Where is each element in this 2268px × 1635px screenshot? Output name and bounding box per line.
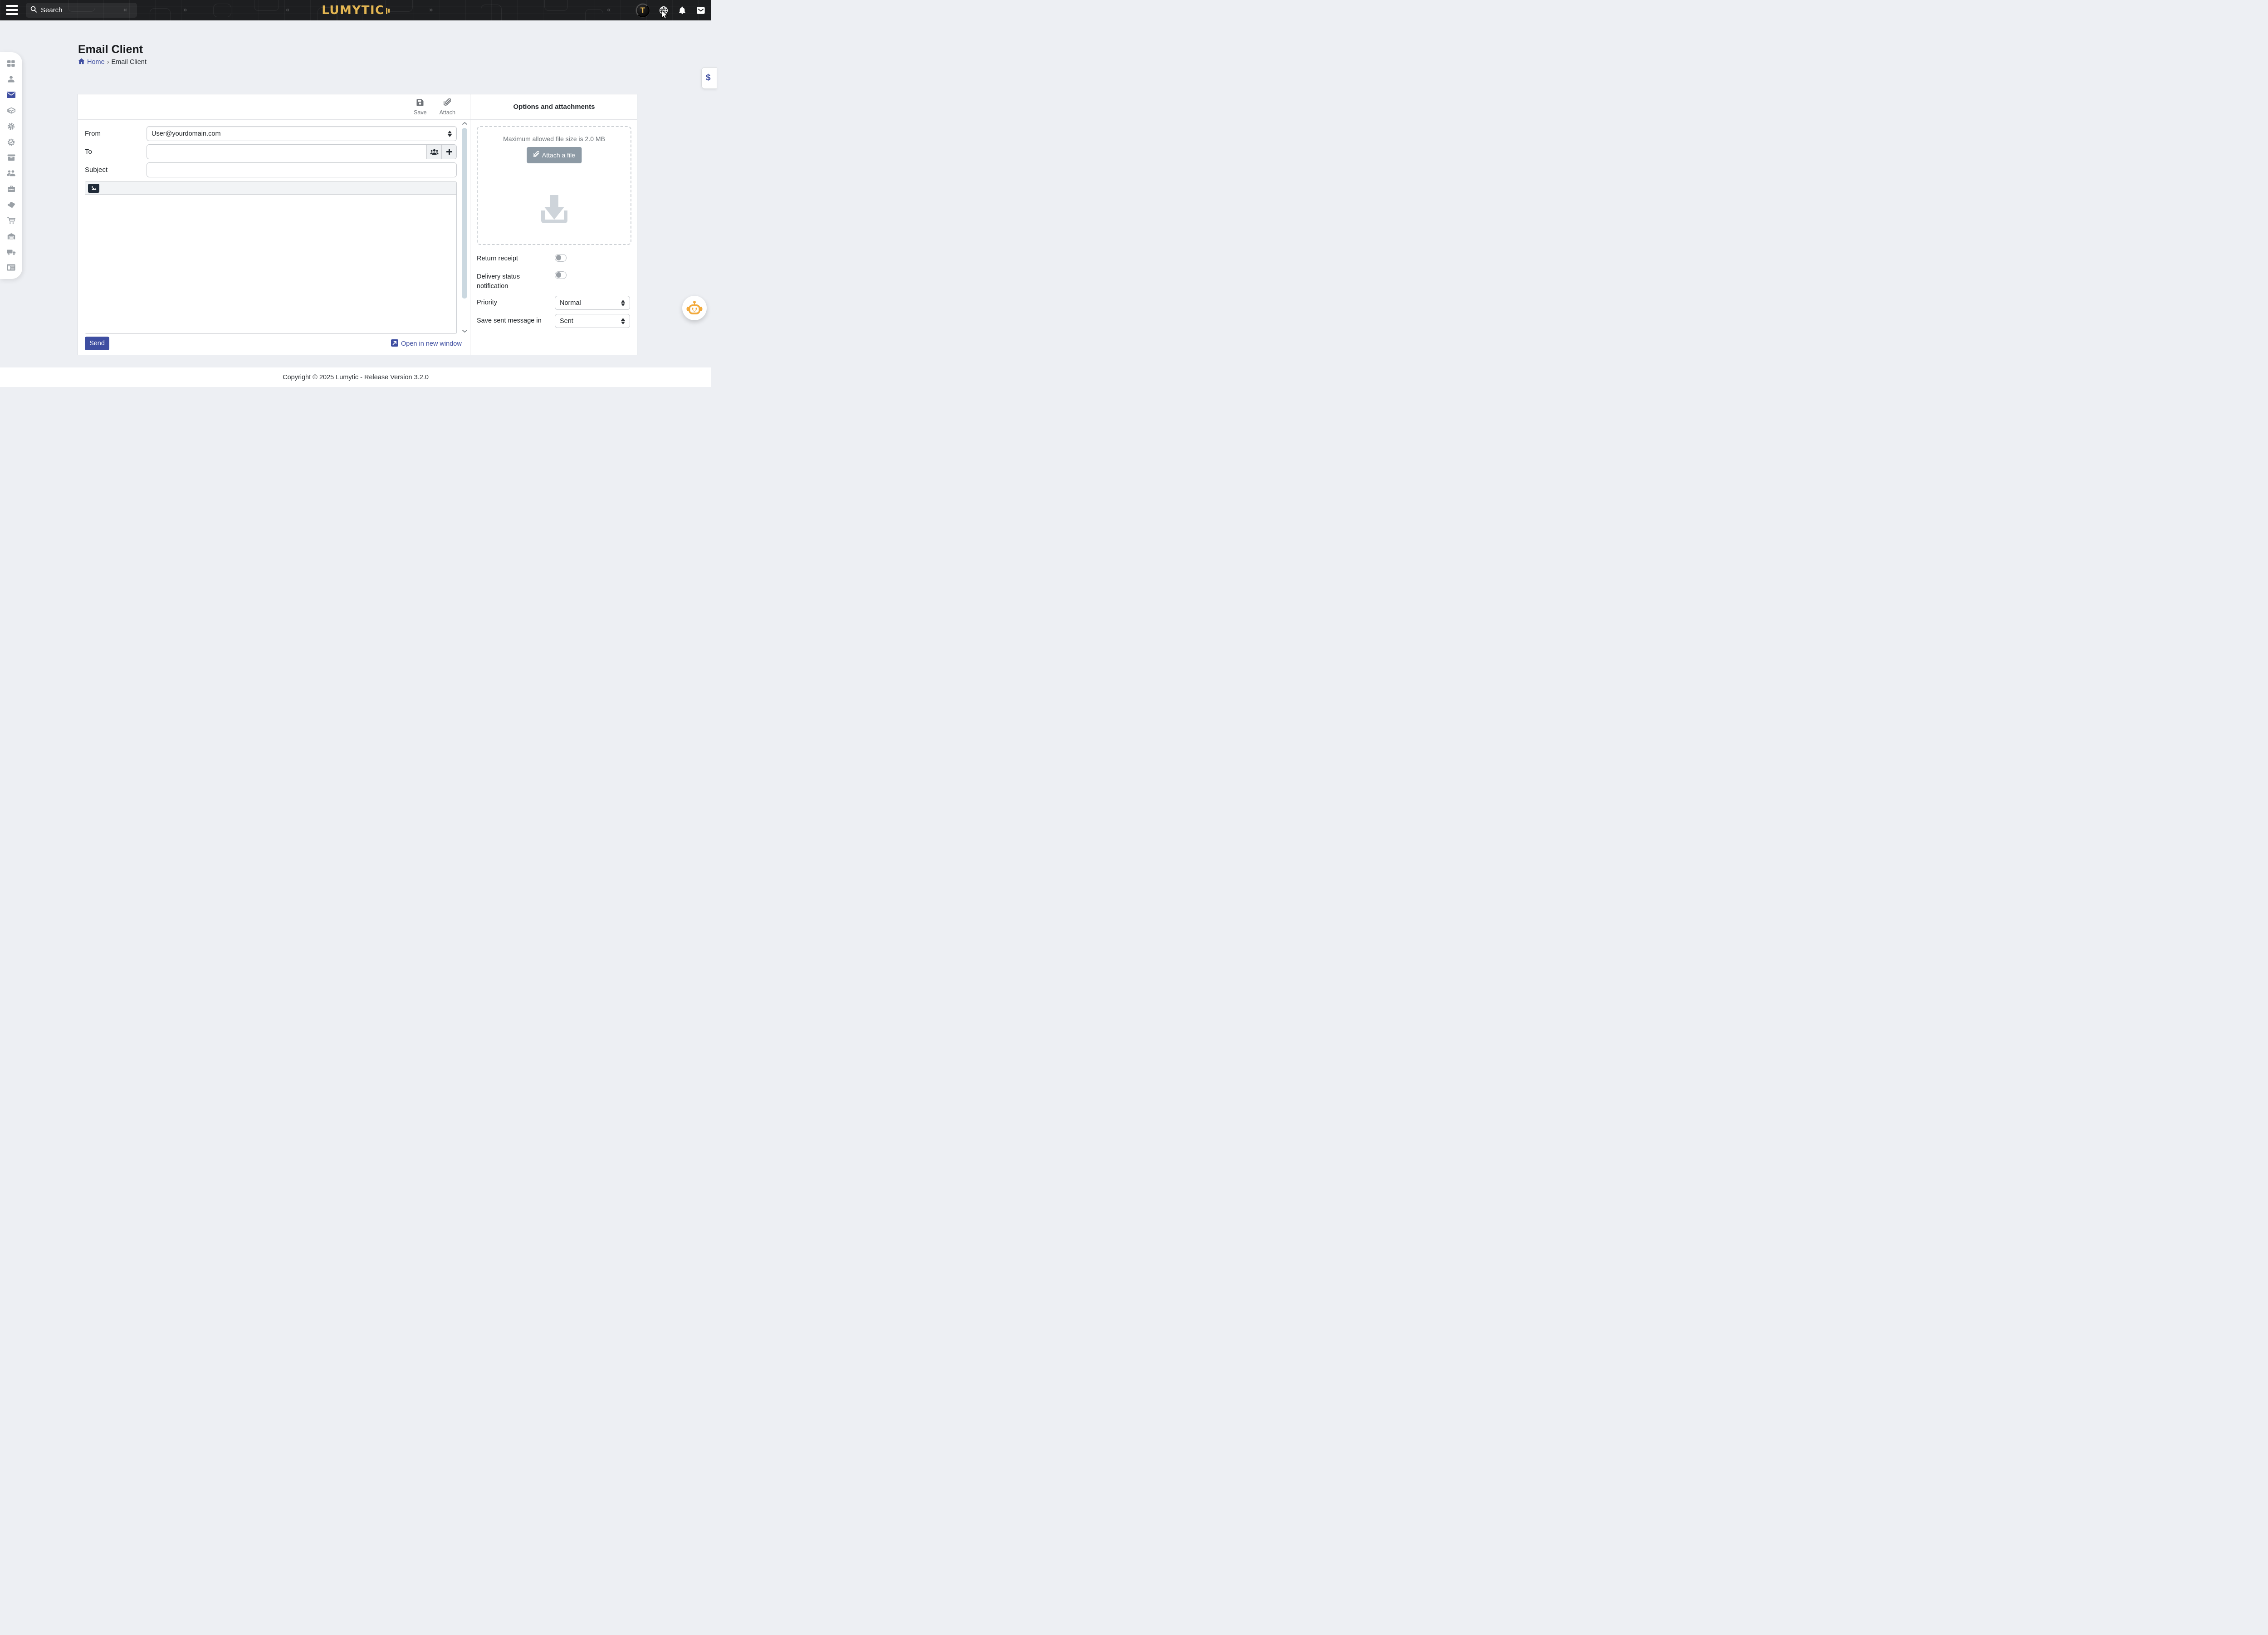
return-receipt-toggle[interactable] — [555, 254, 567, 262]
bell-icon[interactable] — [678, 5, 687, 15]
brand-logo-mark — [386, 8, 390, 14]
attach-label: Attach — [440, 109, 455, 116]
brand-logo-text: LUMYTIC — [322, 4, 384, 17]
warehouse-icon[interactable] — [6, 232, 16, 240]
attachment-dropzone[interactable]: Maximum allowed file size is 2.0 MB Atta… — [477, 126, 631, 245]
briefcase-icon[interactable] — [6, 185, 16, 193]
message-editor — [85, 181, 457, 334]
breadcrumb-separator: › — [107, 59, 109, 66]
avatar-letter: T — [640, 6, 645, 15]
copyright-text: Copyright © 2025 Lumytic - Release Versi… — [283, 374, 429, 381]
paperclip-icon — [533, 151, 539, 159]
max-file-size-text: Maximum allowed file size is 2.0 MB — [478, 135, 631, 142]
dollar-label: $ — [706, 73, 711, 83]
page-footer: Copyright © 2025 Lumytic - Release Versi… — [0, 367, 711, 387]
return-receipt-label: Return receipt — [477, 255, 518, 262]
save-icon — [416, 98, 424, 108]
subject-input[interactable] — [147, 163, 456, 177]
archive-box-icon[interactable] — [6, 154, 16, 162]
save-sent-value: Sent — [560, 318, 573, 325]
address-book-icon[interactable] — [426, 145, 441, 159]
side-navigation — [0, 52, 22, 279]
global-search[interactable] — [26, 3, 137, 18]
attach-a-file-label: Attach a file — [542, 152, 575, 159]
open-in-new-window-link[interactable]: Open in new window — [391, 339, 464, 348]
chatbot-button[interactable] — [682, 296, 707, 320]
page-title: Email Client — [78, 43, 143, 56]
insert-image-icon[interactable] — [88, 184, 99, 193]
to-field-group — [147, 144, 457, 159]
breadcrumb-home-label: Home — [87, 59, 105, 66]
save-button[interactable]: Save — [414, 98, 427, 116]
from-label: From — [85, 130, 101, 137]
select-arrows-icon — [621, 300, 625, 306]
subject-label: Subject — [85, 166, 108, 174]
from-select[interactable]: User@yourdomain.com — [147, 126, 457, 141]
to-label: To — [85, 148, 92, 156]
email-compose-card: Save Attach Options and attachments From… — [78, 94, 637, 355]
form-scrollbar — [461, 121, 468, 334]
breadcrumb-current: Email Client — [112, 59, 147, 66]
search-icon — [30, 6, 37, 15]
id-card-icon[interactable] — [6, 264, 16, 272]
delivery-status-toggle[interactable] — [555, 271, 567, 279]
user-avatar[interactable]: T — [636, 4, 650, 17]
gear-wrench-icon[interactable] — [6, 122, 16, 130]
home-icon — [78, 58, 85, 66]
editor-toolbar — [85, 182, 456, 195]
compose-toolbar: Save Attach — [78, 94, 470, 119]
envelope-icon[interactable] — [6, 91, 16, 99]
select-arrows-icon — [448, 131, 452, 137]
menu-toggle-button[interactable] — [6, 5, 18, 15]
save-label: Save — [414, 109, 427, 116]
scroll-down-icon[interactable] — [461, 328, 468, 334]
download-icon — [537, 194, 572, 227]
open-in-new-window-label: Open in new window — [401, 340, 462, 348]
priority-label: Priority — [477, 299, 497, 306]
from-select-value: User@yourdomain.com — [152, 130, 221, 137]
editor-body[interactable] — [85, 195, 456, 333]
top-navbar: « » « » « LUMYTIC T — [0, 0, 711, 20]
priority-select[interactable]: Normal — [555, 296, 630, 310]
select-arrows-icon — [621, 318, 625, 324]
save-sent-select[interactable]: Sent — [555, 314, 630, 328]
scroll-up-icon[interactable] — [461, 121, 468, 126]
tag-icon[interactable] — [6, 201, 16, 209]
to-input[interactable] — [147, 145, 426, 159]
external-link-icon — [391, 339, 398, 348]
robot-icon — [686, 300, 703, 317]
person-icon[interactable] — [6, 75, 16, 83]
mail-icon[interactable] — [696, 5, 706, 15]
options-header-text: Options and attachments — [513, 103, 595, 111]
attach-button[interactable]: Attach — [440, 98, 455, 116]
truck-icon[interactable] — [6, 248, 16, 256]
breadcrumb: Home › Email Client — [78, 58, 147, 66]
paperclip-icon — [444, 98, 451, 108]
toggle-knob — [556, 272, 562, 278]
delivery-status-label: Delivery status notification — [477, 272, 548, 291]
attach-a-file-button[interactable]: Attach a file — [527, 147, 582, 163]
shopping-cart-icon[interactable] — [6, 216, 16, 225]
search-input[interactable] — [41, 6, 122, 14]
people-icon[interactable] — [6, 169, 16, 177]
priority-value: Normal — [560, 299, 581, 307]
toolbar-border — [78, 119, 637, 120]
box-icon[interactable] — [6, 107, 16, 115]
badge-check-icon[interactable] — [6, 138, 16, 146]
scrollbar-thumb[interactable] — [462, 128, 467, 299]
toggle-knob — [556, 255, 562, 260]
breadcrumb-home-link[interactable]: Home — [78, 58, 105, 66]
send-button[interactable]: Send — [85, 337, 109, 350]
globe-icon[interactable] — [659, 5, 669, 15]
options-panel-header: Options and attachments — [470, 94, 638, 119]
plus-icon[interactable] — [441, 145, 456, 159]
currency-side-tab[interactable]: $ — [701, 67, 717, 89]
save-sent-label: Save sent message in — [477, 317, 542, 324]
grid-icon[interactable] — [6, 59, 16, 68]
subject-field — [147, 162, 457, 177]
